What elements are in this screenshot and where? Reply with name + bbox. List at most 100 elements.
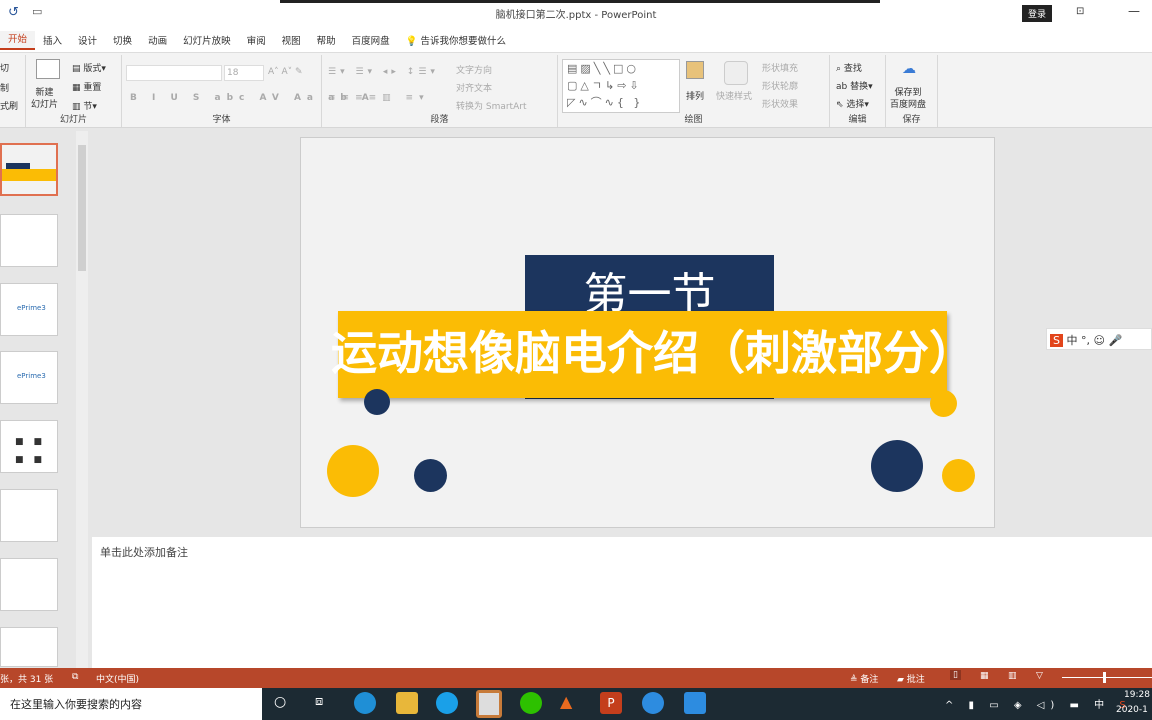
slide-thumbnail-4[interactable]: ePrime3 — [0, 351, 58, 404]
scrollbar-thumb[interactable] — [78, 145, 86, 271]
ribbon-tabs: 开始 插入 设计 切换 动画 幻灯片放映 审阅 视图 帮助 百度网盘 💡 告诉我… — [0, 28, 1152, 52]
login-button[interactable]: 登录 — [1022, 5, 1053, 22]
paragraph-group: ☰▾ ☰▾ ◂▸ ↕☰▾ ≡≡≡≡▥ ≡▾ 文字方向 对齐文本 转换为 Smar… — [322, 55, 558, 127]
slide-sorter-button[interactable]: ▦ — [980, 671, 989, 681]
slide-thumbnail-8[interactable] — [0, 627, 58, 667]
replace-button[interactable]: ab 替换▾ — [836, 79, 873, 92]
app-icon[interactable] — [684, 692, 706, 714]
title-bar: ↺ ▭ 脑机接口第二次.pptx - PowerPoint 登录 ⊡ — — [0, 0, 1152, 28]
tab-transitions[interactable]: 切换 — [105, 33, 140, 47]
new-slide-button[interactable]: 新建 幻灯片 — [31, 87, 58, 111]
slide-thumbnail-3[interactable]: ePrime3 — [0, 283, 58, 336]
font-group-label: 字体 — [212, 115, 231, 125]
normal-view-button[interactable]: ▯ — [950, 670, 961, 680]
clock-date[interactable]: 2020-1 — [1116, 705, 1148, 715]
slide-thumbnail-7[interactable] — [0, 558, 58, 611]
tab-home[interactable]: 开始 — [0, 30, 36, 50]
status-bar: 张，共 31 张 ⧉ 中文(中国) ≜ 备注 ▰ 批注 ▯ ▦ ▥ ▽ — [0, 668, 1152, 688]
tab-animations[interactable]: 动画 — [140, 33, 175, 47]
select-button[interactable]: ⇖ 选择▾ — [836, 97, 869, 110]
zoom-slider-handle[interactable] — [1103, 672, 1106, 683]
app-icon[interactable] — [642, 692, 664, 714]
arrange-icon[interactable] — [686, 61, 704, 79]
slideshow-button[interactable]: ▽ — [1036, 671, 1043, 681]
slide-count: 张，共 31 张 — [0, 675, 54, 685]
wechat-icon[interactable] — [520, 692, 542, 714]
shape-fill-button[interactable]: 形状填充 — [762, 61, 798, 74]
app-icon[interactable] — [476, 690, 502, 718]
tab-help[interactable]: 帮助 — [309, 33, 344, 47]
quick-styles-button[interactable]: 快速样式 — [716, 89, 752, 102]
slide-thumbnail-2[interactable] — [0, 214, 58, 267]
tell-me-search[interactable]: 💡 告诉我你想要做什么 — [398, 33, 514, 47]
save-baidu-button[interactable]: 保存到 百度网盘 — [890, 87, 926, 111]
ribbon-display-icon[interactable]: ⊡ — [1076, 6, 1084, 17]
shape-effects-button[interactable]: 形状效果 — [762, 97, 798, 110]
find-button[interactable]: ⌕ 查找 — [836, 61, 862, 74]
minimize-button[interactable]: — — [1128, 4, 1140, 18]
slide-canvas[interactable]: 第一节 运动想像脑电介绍（刺激部分） — [300, 137, 995, 528]
section-button[interactable]: ▥ 节▾ — [72, 99, 97, 112]
font-size-select[interactable]: 18 — [224, 65, 264, 81]
ime-toolbar[interactable]: S 中 °, ☺ 🎤 — [1046, 328, 1152, 350]
align-text-button[interactable]: 对齐文本 — [456, 81, 492, 94]
font-group: 18 A˄ A˅ ✎ B I U S abc AV Aa ab A 字体 — [122, 55, 369, 127]
align-buttons[interactable]: ≡≡≡≡▥ ≡▾ — [328, 93, 430, 103]
notes-placeholder[interactable]: 单击此处添加备注 — [100, 544, 188, 560]
clock-time[interactable]: 19:28 — [1124, 690, 1150, 700]
slide-thumbnail-5[interactable]: ■■ ■■ — [0, 420, 58, 473]
tab-baidu[interactable]: 百度网盘 — [344, 33, 398, 47]
edge-icon[interactable] — [354, 692, 376, 714]
powerpoint-icon[interactable]: P — [600, 692, 622, 714]
cortana-icon[interactable]: ○ — [274, 694, 286, 710]
navy-circle — [414, 459, 447, 492]
shapes-gallery[interactable]: ▤▨╲╲□○ ▢△ㄱ↳⇨⇩ ◸∿⌒∿{ } — [562, 59, 680, 113]
taskbar-search[interactable]: 在这里输入你要搜索的内容 — [0, 688, 262, 720]
lightbulb-icon: 💡 — [405, 36, 418, 47]
slide-thumbnail-6[interactable] — [0, 489, 58, 542]
new-slide-icon[interactable] — [36, 59, 60, 79]
slides-group: 新建 幻灯片 ▤ 版式▾ ▦ 重置 ▥ 节▾ 幻灯片 — [26, 55, 122, 127]
list-buttons[interactable]: ☰▾ ☰▾ ◂▸ ↕☰▾ — [328, 67, 439, 77]
tab-view[interactable]: 视图 — [274, 33, 309, 47]
tab-design[interactable]: 设计 — [70, 33, 105, 47]
tab-insert[interactable]: 插入 — [35, 33, 70, 47]
matlab-icon[interactable]: ▲ — [560, 692, 582, 714]
file-explorer-icon[interactable] — [396, 692, 418, 714]
tab-review[interactable]: 审阅 — [239, 33, 274, 47]
format-painter-button[interactable]: 式刷 — [0, 99, 18, 112]
slides-group-label: 幻灯片 — [59, 115, 87, 125]
layout-button[interactable]: ▤ 版式▾ — [72, 61, 106, 74]
quick-styles-icon[interactable] — [724, 61, 748, 85]
reading-view-button[interactable]: ▥ — [1008, 671, 1017, 681]
shape-outline-button[interactable]: 形状轮廓 — [762, 79, 798, 92]
app-icon[interactable] — [436, 692, 458, 714]
font-name-select[interactable] — [126, 65, 222, 81]
slide-subtitle[interactable]: 运动想像脑电介绍（刺激部分） — [331, 324, 975, 382]
zoom-slider[interactable] — [1062, 677, 1152, 678]
smartart-button[interactable]: 转换为 SmartArt — [456, 99, 526, 112]
window-title: 脑机接口第二次.pptx - PowerPoint — [495, 10, 657, 21]
reset-button[interactable]: ▦ 重置 — [72, 80, 101, 93]
drawing-group: ▤▨╲╲□○ ▢△ㄱ↳⇨⇩ ◸∿⌒∿{ } 排列 快速样式 形状填充 形状轮廓 形状… — [558, 55, 830, 127]
comments-button[interactable]: ▰ 批注 — [897, 672, 925, 685]
task-view-icon[interactable]: ⧈ — [315, 694, 323, 709]
overlay-bar — [280, 0, 880, 3]
notes-button[interactable]: ≜ 备注 — [850, 672, 878, 685]
baidu-cloud-icon[interactable]: ☁ — [902, 61, 916, 77]
copy-button[interactable]: 制 — [0, 81, 9, 94]
language-status[interactable]: 中文(中国) — [96, 672, 139, 685]
arrange-button[interactable]: 排列 — [686, 89, 704, 102]
system-tray[interactable]: ^ ▮ ▭ ◈ ◁) ▬ 中 S — [945, 696, 1132, 711]
yellow-circle — [942, 459, 975, 492]
drawing-group-label: 绘图 — [684, 115, 703, 125]
font-grow-shrink-icon[interactable]: A˄ A˅ ✎ — [268, 67, 303, 77]
slide-thumbnail-1[interactable] — [0, 143, 58, 196]
spellcheck-icon[interactable]: ⧉ — [72, 672, 78, 682]
text-direction-button[interactable]: 文字方向 — [456, 63, 492, 76]
yellow-circle — [930, 390, 957, 417]
thumbnails-scrollbar[interactable] — [76, 131, 88, 668]
cut-button[interactable]: 切 — [0, 61, 9, 74]
tab-slideshow[interactable]: 幻灯片放映 — [175, 33, 239, 47]
notes-pane[interactable]: 单击此处添加备注 — [92, 537, 1152, 668]
